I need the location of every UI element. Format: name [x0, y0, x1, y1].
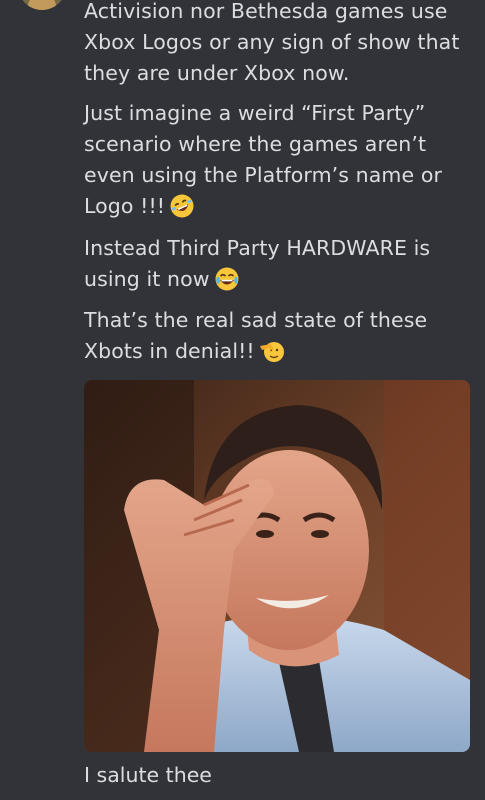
message-paragraph-1: Activision nor Bethesda games use Xbox L…: [84, 0, 460, 85]
message-paragraph-4: That’s the real sad state of these Xbots…: [84, 308, 428, 363]
follow-up-message: I salute thee: [84, 763, 212, 787]
message-paragraph-3: Instead Third Party HARDWARE is using it…: [84, 236, 431, 291]
image-attachment[interactable]: [84, 380, 470, 752]
message-paragraph-2: Just imagine a weird “First Party” scena…: [84, 98, 474, 222]
tears-of-joy-icon: [215, 267, 239, 291]
saluting-face-icon: [259, 342, 284, 362]
saluting-man-image: [84, 380, 470, 752]
user-avatar[interactable]: [18, 0, 66, 10]
rolling-on-floor-laughing-icon: [170, 194, 194, 218]
